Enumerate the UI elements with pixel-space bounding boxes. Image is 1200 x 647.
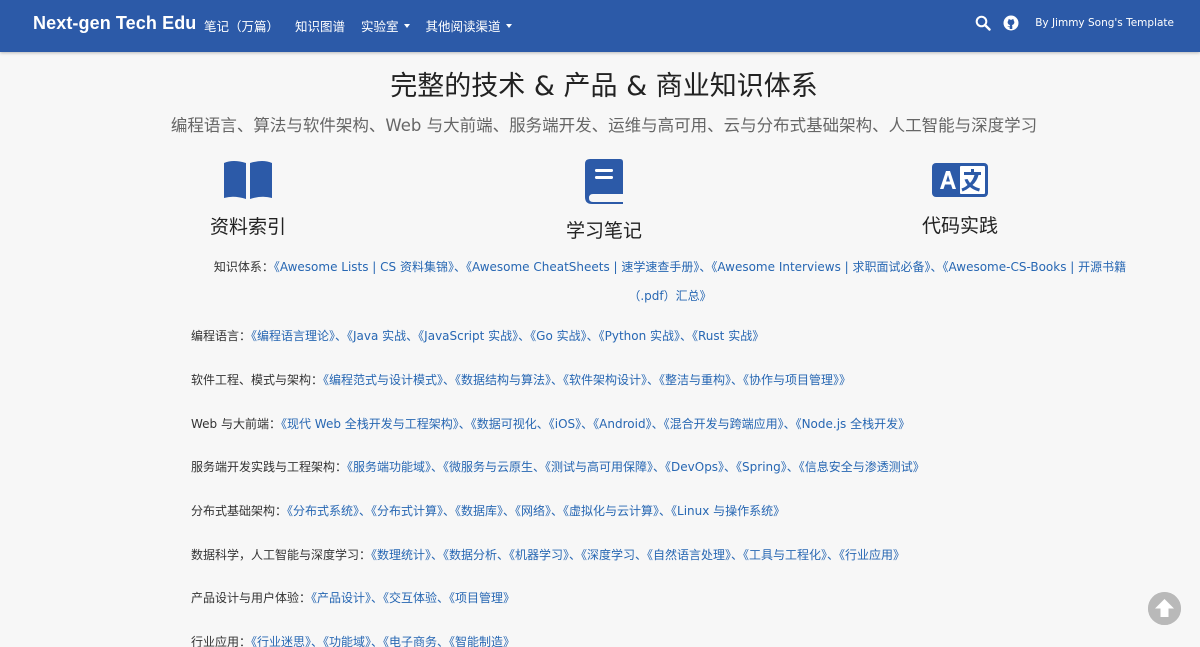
section-label: 编程语言： <box>191 329 252 343</box>
scroll-to-top-button[interactable] <box>1148 592 1181 625</box>
section-programming-languages: 编程语言：《编程语言理论》、《Java 实战、《JavaScript 实战》、《… <box>191 327 764 344</box>
nav-item-notes[interactable]: 笔记（万篇） <box>204 16 279 35</box>
language-icon <box>932 163 988 197</box>
section-links[interactable]: 《编程语言理论》、《Java 实战、《JavaScript 实战》、《Go 实战… <box>251 329 764 343</box>
nav-item-knowledge-graph[interactable]: 知识图谱 <box>295 16 345 35</box>
nav-item-label: 实验室 <box>361 19 399 34</box>
section-links[interactable]: 《行业迷思》、《功能域》、《电子商务、《智能制造》 <box>251 635 515 647</box>
chevron-down-icon <box>505 24 512 28</box>
section-product-design: 产品设计与用户体验：《产品设计》、《交互体验、《项目管理》 <box>191 589 515 606</box>
section-links[interactable]: 《分布式系统》、《分布式计算》、《数据库》、《网络》、《虚拟化与云计算》、《Li… <box>287 504 785 518</box>
nav-item-label: 其他阅读渠道 <box>425 19 501 34</box>
section-data-science-ai: 数据科学，人工智能与深度学习：《数理统计》、《数据分析、《机器学习》、《深度学习… <box>191 546 905 563</box>
section-links[interactable]: 《编程范式与设计模式》、《数据结构与算法》、《软件架构设计》、《整洁与重构》、《… <box>323 373 851 387</box>
section-label: 数据科学，人工智能与深度学习： <box>191 548 372 562</box>
section-label: 产品设计与用户体验： <box>191 591 312 605</box>
arrow-up-icon <box>1148 592 1181 625</box>
nav-item-lab-dropdown[interactable]: 实验室 <box>361 16 410 35</box>
nav-menu: 笔记（万篇） 知识图谱 实验室 其他阅读渠道 <box>204 16 528 35</box>
section-label: 行业应用： <box>191 635 252 647</box>
brand-logo[interactable]: Next-gen Tech Edu <box>33 13 196 34</box>
nav-right: By Jimmy Song's Template <box>975 15 1174 31</box>
book-icon <box>585 159 623 204</box>
feature-code-practice[interactable]: 代码实践 <box>840 158 1080 238</box>
feature-resource-index[interactable]: 资料索引 <box>128 158 368 239</box>
knowledge-system-intro: 知识体系：《Awesome Lists | CS 资料集锦》、《Awesome … <box>200 253 1140 311</box>
search-icon[interactable] <box>975 15 991 31</box>
section-links[interactable]: 《现代 Web 全栈开发与工程架构》、《数据可视化、《iOS》、《Android… <box>281 417 910 431</box>
section-software-engineering: 软件工程、模式与架构：《编程范式与设计模式》、《数据结构与算法》、《软件架构设计… <box>191 371 851 388</box>
page-title: 完整的技术 & 产品 & 商业知识体系 <box>390 71 818 102</box>
section-industry-applications: 行业应用：《行业迷思》、《功能域》、《电子商务、《智能制造》 <box>191 633 515 647</box>
section-server-side: 服务端开发实践与工程架构：《服务端功能域》、《微服务与云原生、《测试与高可用保障… <box>191 458 925 475</box>
template-credit[interactable]: By Jimmy Song's Template <box>1035 17 1174 29</box>
section-links[interactable]: 《产品设计》、《交互体验、《项目管理》 <box>311 591 515 605</box>
section-label: 服务端开发实践与工程架构： <box>191 460 348 474</box>
section-label: 知识体系： <box>213 260 274 274</box>
page-subtitle: 编程语言、算法与软件架构、Web 与大前端、服务端开发、运维与高可用、云与分布式… <box>170 116 1038 135</box>
section-label: Web 与大前端： <box>191 417 281 431</box>
feature-study-notes[interactable]: 学习笔记 <box>484 158 724 243</box>
section-distributed-infra: 分布式基础架构：《分布式系统》、《分布式计算》、《数据库》、《网络》、《虚拟化与… <box>191 502 785 519</box>
feature-label: 资料索引 <box>209 216 286 238</box>
section-links[interactable]: 《数理统计》、《数据分析、《机器学习》、《深度学习、《自然语言处理》、《工具与工… <box>371 548 905 562</box>
section-links[interactable]: 《服务端功能域》、《微服务与云原生、《测试与高可用保障》、《DevOps》、《S… <box>347 460 925 474</box>
nav-item-label: 知识图谱 <box>295 19 346 34</box>
section-links[interactable]: 《Awesome Lists | CS 资料集锦》、《Awesome Cheat… <box>274 260 1126 303</box>
section-label: 软件工程、模式与架构： <box>191 373 324 387</box>
feature-label: 代码实践 <box>921 215 998 237</box>
section-label: 分布式基础架构： <box>191 504 288 518</box>
nav-item-label: 笔记（万篇） <box>204 19 280 34</box>
section-web-frontend: Web 与大前端：《现代 Web 全栈开发与工程架构》、《数据可视化、《iOS》… <box>191 415 910 432</box>
nav-item-other-channels-dropdown[interactable]: 其他阅读渠道 <box>426 16 512 35</box>
top-navbar: Next-gen Tech Edu 笔记（万篇） 知识图谱 实验室 其他阅读渠道… <box>0 0 1200 52</box>
book-open-icon <box>224 161 272 199</box>
feature-label: 学习笔记 <box>565 220 642 242</box>
chevron-down-icon <box>403 24 410 28</box>
github-icon[interactable] <box>1003 15 1019 31</box>
